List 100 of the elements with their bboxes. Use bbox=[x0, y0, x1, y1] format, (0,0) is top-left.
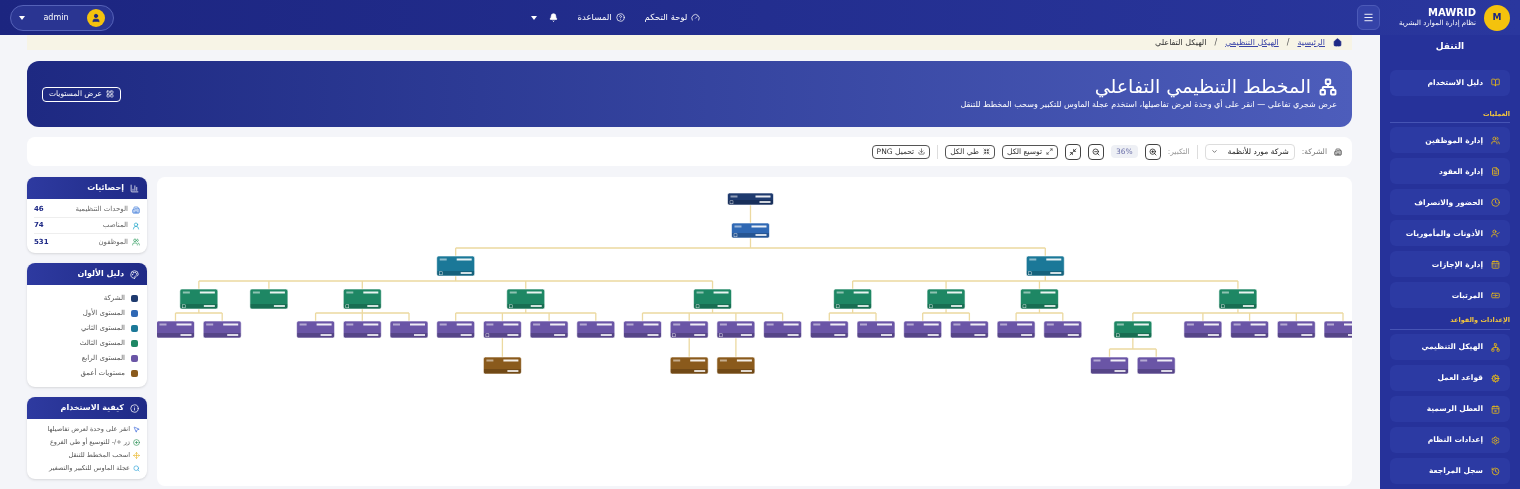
org-unit-node[interactable] bbox=[1043, 320, 1083, 339]
caret-icon bbox=[19, 15, 25, 20]
org-unit-node[interactable] bbox=[833, 288, 872, 310]
org-unit-node[interactable] bbox=[576, 320, 616, 339]
zoom-out-icon bbox=[1092, 147, 1101, 156]
notifications-button[interactable] bbox=[530, 13, 558, 22]
org-unit-node[interactable] bbox=[1026, 255, 1065, 277]
chevron-down-icon bbox=[1210, 148, 1218, 155]
org-unit-node[interactable] bbox=[763, 320, 802, 339]
hierarchy-icon bbox=[1319, 77, 1337, 96]
settings-icon bbox=[1491, 435, 1500, 445]
org-unit-node[interactable] bbox=[669, 356, 709, 375]
org-unit-node[interactable] bbox=[1020, 288, 1059, 310]
download-icon bbox=[918, 148, 926, 155]
connector-line bbox=[174, 308, 223, 322]
org-unit-node[interactable] bbox=[202, 320, 242, 339]
menu-icon bbox=[1363, 12, 1374, 23]
zoom-out-button[interactable] bbox=[1088, 143, 1105, 160]
menu-toggle-button[interactable] bbox=[1357, 5, 1380, 30]
org-unit-node[interactable] bbox=[996, 320, 1036, 339]
page-title: المخطط التنظيمي التفاعلي bbox=[1094, 77, 1311, 96]
connector-line bbox=[735, 337, 737, 358]
money-icon bbox=[1491, 290, 1500, 300]
user-menu-button[interactable]: admin bbox=[10, 4, 114, 31]
org-unit-node[interactable] bbox=[1113, 320, 1153, 339]
breadcrumb-link[interactable]: الرئيسية bbox=[1297, 36, 1325, 49]
org-unit-node[interactable] bbox=[506, 288, 546, 310]
org-unit-node[interactable] bbox=[483, 356, 522, 375]
org-unit-node[interactable] bbox=[529, 320, 569, 339]
book-icon bbox=[1491, 78, 1500, 87]
collapse-icon bbox=[982, 148, 990, 155]
org-unit-node[interactable] bbox=[436, 320, 475, 339]
help-icon bbox=[615, 13, 625, 22]
org-unit-node[interactable] bbox=[950, 320, 989, 339]
connector-line bbox=[1015, 308, 1064, 322]
caret-icon bbox=[530, 15, 537, 20]
connector-line bbox=[688, 337, 690, 358]
org-unit-node[interactable] bbox=[716, 356, 756, 375]
breadcrumb-separator: / bbox=[1286, 36, 1290, 49]
org-unit-node[interactable] bbox=[343, 288, 382, 310]
org-unit-node[interactable] bbox=[179, 288, 219, 310]
sidebar-title: التنقل bbox=[1434, 40, 1466, 53]
org-unit-node[interactable] bbox=[903, 320, 942, 339]
org-unit-node[interactable] bbox=[727, 192, 774, 206]
org-unit-node[interactable] bbox=[157, 320, 195, 339]
building-icon bbox=[132, 205, 140, 214]
org-unit-node[interactable] bbox=[1090, 356, 1129, 375]
user-avatar-icon bbox=[87, 8, 105, 27]
org-unit-node[interactable] bbox=[623, 320, 662, 339]
breadcrumb-link[interactable]: الهيكل التنظيمي bbox=[1225, 36, 1279, 49]
org-unit-node[interactable] bbox=[1136, 356, 1176, 375]
search-icon bbox=[133, 465, 140, 472]
grid-icon bbox=[106, 90, 115, 98]
org-unit-node[interactable] bbox=[389, 320, 429, 339]
users-icon bbox=[1491, 135, 1500, 145]
compress-icon bbox=[1069, 147, 1078, 156]
brand-name: MAWRID bbox=[1427, 8, 1476, 18]
org-unit-node[interactable] bbox=[1183, 320, 1223, 339]
fit-button[interactable] bbox=[1065, 143, 1082, 160]
palette-icon bbox=[130, 269, 139, 279]
pointer-icon bbox=[133, 426, 140, 433]
user-check-icon bbox=[1491, 228, 1500, 238]
logo-avatar: M bbox=[1484, 4, 1510, 31]
nav-link[interactable]: المساعدة bbox=[577, 11, 625, 24]
org-unit-node[interactable] bbox=[343, 320, 382, 339]
document-icon bbox=[1491, 166, 1500, 176]
building-icon bbox=[1334, 147, 1342, 156]
users-icon bbox=[132, 238, 140, 246]
history-icon bbox=[1491, 466, 1500, 476]
org-unit-node[interactable] bbox=[1277, 320, 1316, 339]
breadcrumb-separator: / bbox=[1214, 36, 1218, 49]
org-unit-node[interactable] bbox=[731, 222, 770, 239]
org-unit-node[interactable] bbox=[810, 320, 849, 339]
card-title: دليل الألوان bbox=[77, 268, 124, 280]
card-title: إحصائيات bbox=[87, 182, 124, 194]
org-unit-node[interactable] bbox=[716, 320, 756, 339]
org-unit-node[interactable] bbox=[1218, 288, 1258, 310]
expand-icon bbox=[1046, 148, 1054, 155]
org-unit-node[interactable] bbox=[249, 288, 289, 310]
chart-canvas[interactable] bbox=[157, 177, 1352, 486]
org-unit-node[interactable] bbox=[296, 320, 335, 339]
org-unit-node[interactable] bbox=[669, 320, 709, 339]
org-unit-node[interactable] bbox=[693, 288, 732, 310]
connector-line bbox=[922, 308, 971, 322]
connector-line bbox=[501, 337, 504, 358]
org-unit-node[interactable] bbox=[1230, 320, 1269, 339]
org-unit-node[interactable] bbox=[856, 320, 896, 339]
calendar-icon bbox=[1491, 259, 1500, 269]
nav-link[interactable]: لوحة التحكم bbox=[644, 11, 701, 24]
card-title: كيفية الاستخدام bbox=[60, 402, 124, 414]
org-unit-node[interactable] bbox=[483, 320, 522, 339]
page-subtitle: عرض شجري تفاعلي — انقر على أي وحدة لعرض تفاصيلها، استخدم عجلة الماوس للتكبير وسحب المخطط للتنقل bbox=[960, 99, 1337, 111]
org-unit-node[interactable] bbox=[436, 255, 475, 277]
org-unit-node[interactable] bbox=[1323, 320, 1352, 339]
org-unit-node[interactable] bbox=[926, 288, 966, 310]
zoom-in-button[interactable] bbox=[1144, 143, 1161, 160]
clock-icon bbox=[1491, 197, 1500, 207]
zoom-in-icon bbox=[1148, 147, 1157, 156]
bell-icon bbox=[548, 13, 558, 22]
info-icon bbox=[130, 403, 139, 413]
